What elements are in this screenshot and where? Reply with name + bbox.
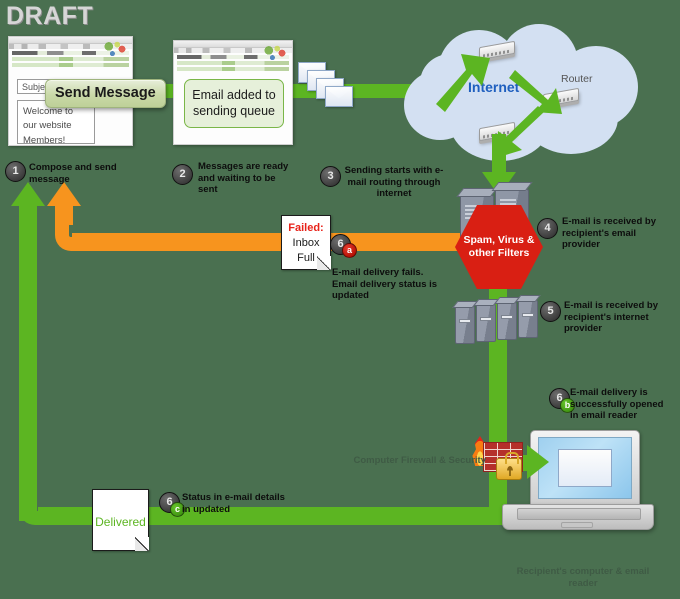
server-bay — [522, 313, 534, 317]
server-top — [491, 182, 533, 191]
padlock-icon — [496, 452, 522, 480]
step-badge: 5 — [540, 301, 561, 322]
spam-filter-label: Spam, Virus & other Filters — [463, 233, 535, 259]
step-1: 1 — [5, 161, 26, 182]
page-fold-corner — [317, 256, 331, 270]
server-bay — [480, 317, 492, 321]
step-3-caption: Sending starts with e-mail routing throu… — [344, 165, 444, 200]
envelope-icon — [558, 449, 612, 487]
firewall-annotation: Computer Firewall & Security — [353, 455, 486, 466]
draft-watermark: DRAFT — [6, 2, 94, 30]
flow-left-green-bar — [19, 203, 37, 521]
step-1-caption: Compose and send message — [29, 162, 117, 185]
send-message-button[interactable]: Send Message — [45, 79, 166, 108]
server-top — [515, 295, 541, 302]
site-logo-icon — [104, 41, 128, 59]
step-6a-caption: E-mail delivery fails. Email delivery st… — [332, 267, 438, 302]
queue-status-text: Email added to sending queue — [192, 88, 276, 119]
step-6c: 6 c — [159, 492, 185, 517]
failed-status-document: Failed: Inbox Full — [281, 215, 331, 270]
server-slot — [500, 203, 516, 205]
step-badge: 4 — [537, 218, 558, 239]
queue-status-note: Email added to sending queue — [184, 79, 284, 128]
step-badge: 1 — [5, 161, 26, 182]
envelope-icon — [325, 86, 353, 107]
window-content-row — [177, 67, 289, 71]
flow-orange-arrowhead — [47, 182, 81, 206]
step-5: 5 — [540, 301, 561, 322]
step-5-caption: E-mail is received by recipient's intern… — [564, 300, 658, 335]
step-4-caption: E-mail is received by recipient's email … — [562, 216, 656, 251]
laptop-screen — [538, 437, 632, 499]
site-logo-icon — [264, 45, 288, 63]
internet-provider-servers — [452, 295, 541, 346]
send-message-label: Send Message — [55, 85, 156, 101]
flow-orange-riser — [55, 203, 73, 225]
server-icon — [452, 301, 478, 344]
server-icon — [494, 297, 520, 340]
step-badge: 3 — [320, 166, 341, 187]
failed-status-line1: Failed: — [288, 222, 324, 234]
recipient-device-annotation: Recipient's computer & email reader — [516, 566, 650, 590]
step-badge: 2 — [172, 164, 193, 185]
step-3: 3 — [320, 166, 341, 187]
flow-green-corner — [19, 493, 51, 525]
failed-status-line2: Inbox — [292, 236, 320, 249]
step-2-caption: Messages are ready and waiting to be sen… — [198, 161, 289, 196]
server-icon — [473, 299, 499, 342]
step-sub-badge: a — [342, 243, 357, 258]
step-6b-caption: E-mail delivery is successfully opened i… — [570, 387, 664, 422]
step-6c-caption: Status in e-mail details in updated — [182, 492, 285, 515]
delivered-status-label: Delivered — [95, 515, 146, 529]
diagram-canvas: DRAFT Subject Welcome to our website Mem… — [0, 0, 680, 599]
window-content-row — [12, 63, 129, 67]
step-4: 4 — [537, 218, 558, 239]
laptop-keyboard — [517, 508, 641, 520]
delivered-status-document: Delivered — [92, 489, 149, 551]
message-body-text: Welcome to our website Members! — [23, 106, 73, 146]
server-slot — [500, 199, 516, 201]
laptop-base — [502, 504, 654, 530]
queue-window[interactable]: Email added to sending queue — [173, 40, 293, 145]
flow-green-arrowhead — [11, 182, 45, 206]
server-bay — [459, 319, 471, 323]
email-queue-stack — [298, 62, 360, 120]
step-6a: 6 a — [330, 234, 357, 258]
server-icon — [515, 295, 541, 338]
server-bay — [501, 315, 513, 319]
step-2: 2 — [172, 164, 193, 185]
page-fold-corner — [135, 537, 149, 551]
laptop-trackpad — [561, 522, 593, 528]
step-6b: 6 b — [549, 388, 575, 413]
